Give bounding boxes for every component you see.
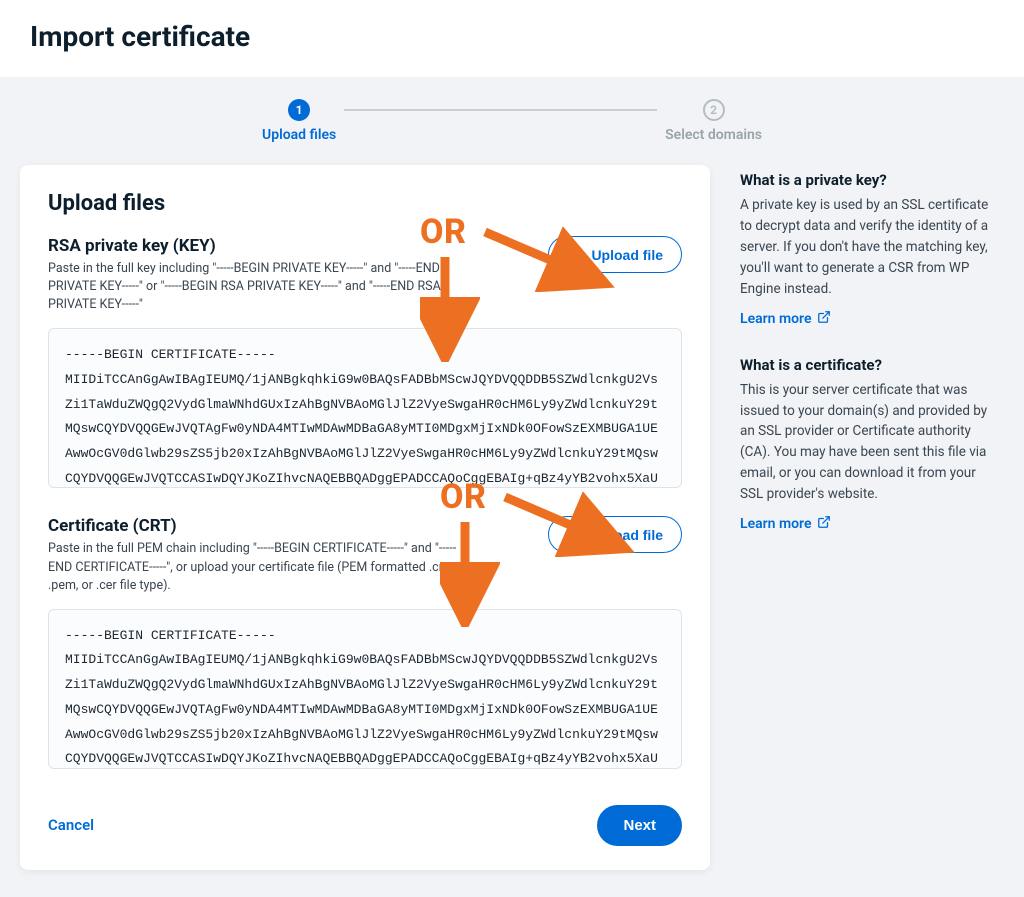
help-cert-body: This is your server certificate that was… (740, 380, 1000, 506)
certificate-textarea[interactable]: -----BEGIN CERTIFICATE----- MIIDiTCCAnGg… (48, 609, 682, 769)
private-key-textarea[interactable]: -----BEGIN CERTIFICATE----- MIIDiTCCAnGg… (48, 328, 682, 488)
stepper: 1 Upload files 2 Select domains (262, 99, 762, 143)
cancel-button[interactable]: Cancel (48, 816, 94, 834)
learn-more-cert-link[interactable]: Learn more (740, 515, 831, 533)
certificate-hint: Paste in the full PEM chain including "-… (48, 540, 478, 594)
learn-more-cert-label: Learn more (740, 516, 811, 532)
help-pk-body: A private key is used by an SSL certific… (740, 195, 1000, 300)
next-button[interactable]: Next (597, 805, 682, 846)
upload-crt-button[interactable]: Upload file (548, 516, 682, 553)
help-private-key: What is a private key? A private key is … (740, 171, 1000, 328)
card-heading: Upload files (48, 191, 682, 216)
help-certificate: What is a certificate? This is your serv… (740, 356, 1000, 534)
help-sidebar: What is a private key? A private key is … (740, 165, 1000, 561)
step-connector (344, 109, 657, 111)
help-cert-title: What is a certificate? (740, 356, 1000, 374)
external-link-icon (817, 310, 831, 328)
private-key-label: RSA private key (KEY) (48, 236, 478, 256)
external-link-icon (817, 515, 831, 533)
upload-key-button[interactable]: Upload file (548, 236, 682, 273)
step-label-1: Upload files (262, 127, 336, 143)
learn-more-pk-label: Learn more (740, 311, 811, 327)
step-number-2: 2 (703, 99, 725, 121)
step-label-2: Select domains (665, 127, 762, 143)
help-pk-title: What is a private key? (740, 171, 1000, 189)
step-number-1: 1 (288, 99, 310, 121)
upload-icon (567, 525, 583, 544)
upload-icon (567, 245, 583, 264)
certificate-section: Certificate (CRT) Paste in the full PEM … (48, 516, 682, 768)
upload-key-label: Upload file (591, 247, 663, 263)
private-key-hint: Paste in the full key including "-----BE… (48, 260, 478, 314)
step-upload-files: 1 Upload files (262, 99, 336, 143)
step-select-domains: 2 Select domains (665, 99, 762, 143)
certificate-label: Certificate (CRT) (48, 516, 478, 536)
upload-card: Upload files RSA private key (KEY) Paste… (20, 165, 710, 870)
learn-more-pk-link[interactable]: Learn more (740, 310, 831, 328)
private-key-section: RSA private key (KEY) Paste in the full … (48, 236, 682, 488)
upload-crt-label: Upload file (591, 527, 663, 543)
page-title: Import certificate (0, 0, 1024, 77)
